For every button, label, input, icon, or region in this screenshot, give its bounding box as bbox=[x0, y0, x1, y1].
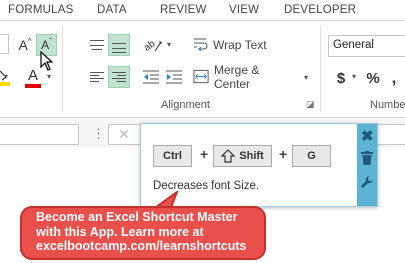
comma-icon: , bbox=[391, 68, 397, 87]
wrap-text-button[interactable]: Wrap Text bbox=[193, 34, 275, 56]
decrease-indent-icon bbox=[143, 70, 159, 84]
merge-center-icon bbox=[193, 69, 209, 84]
tab-data[interactable]: DATA bbox=[97, 4, 127, 16]
tab-formulas[interactable]: FORMULAS bbox=[8, 4, 74, 16]
plus-separator: + bbox=[279, 146, 288, 162]
svg-text:ab: ab bbox=[142, 38, 158, 54]
promo-link[interactable]: excelbootcamp.com/learnshortcuts bbox=[36, 239, 264, 254]
merge-center-label: Merge & Center bbox=[214, 63, 260, 91]
merge-center-dropdown-icon[interactable]: ▾ bbox=[304, 73, 308, 82]
group-separator bbox=[320, 26, 321, 112]
right-align-icon bbox=[112, 72, 126, 82]
shrink-caret: ˇ bbox=[49, 36, 52, 46]
grow-caret: ^ bbox=[27, 36, 32, 46]
formula-bar-dots-icon[interactable]: ⋮ bbox=[92, 126, 105, 142]
wrap-text-label: Wrap Text bbox=[213, 38, 267, 52]
key-g-label: G bbox=[307, 150, 316, 162]
close-icon[interactable]: ✖ bbox=[361, 127, 374, 145]
name-box[interactable] bbox=[0, 124, 79, 145]
grow-font-button[interactable]: A ^ bbox=[15, 34, 35, 56]
currency-dropdown-icon[interactable]: ▾ bbox=[352, 72, 356, 81]
ab-arrow-icon: ab bbox=[142, 38, 162, 54]
comma-button[interactable]: , bbox=[388, 67, 400, 89]
orientation-dropdown-icon[interactable]: ▾ bbox=[167, 40, 171, 49]
left-align-button[interactable] bbox=[86, 66, 108, 88]
decrease-indent-button[interactable] bbox=[140, 66, 162, 88]
bottom-align-button[interactable] bbox=[108, 34, 130, 56]
right-align-button[interactable] bbox=[108, 66, 130, 88]
font-color-swatch bbox=[25, 84, 41, 88]
plus-separator: + bbox=[200, 146, 209, 162]
left-align-icon bbox=[90, 72, 104, 82]
wrench-icon[interactable] bbox=[360, 175, 374, 189]
increase-indent-button[interactable] bbox=[163, 66, 185, 88]
ribbon: A ^ A ˇ A ▾ ▾ ab ▾ Wrap Text Merge & Cen… bbox=[0, 22, 405, 118]
promo-banner[interactable]: Become an Excel Shortcut Master with thi… bbox=[20, 206, 266, 260]
number-group-label: Numbe bbox=[370, 99, 405, 111]
bottom-align-icon bbox=[112, 43, 126, 53]
tab-developer[interactable]: DEVELOPER bbox=[284, 4, 356, 16]
top-align-button[interactable] bbox=[86, 34, 108, 56]
shift-arrow-icon bbox=[221, 149, 236, 163]
currency-button[interactable]: $ bbox=[333, 67, 349, 89]
alignment-group-label: Alignment bbox=[161, 99, 210, 111]
trash-icon[interactable] bbox=[361, 151, 373, 165]
number-format-select[interactable]: General bbox=[328, 35, 405, 57]
orientation-button[interactable]: ab bbox=[140, 34, 166, 56]
key-shift-label: Shift bbox=[239, 150, 264, 162]
key-ctrl: Ctrl bbox=[153, 145, 192, 167]
group-separator bbox=[62, 26, 63, 112]
top-align-icon bbox=[90, 40, 104, 50]
merge-center-button[interactable]: Merge & Center ▾ bbox=[193, 63, 308, 91]
key-shift: Shift bbox=[213, 145, 272, 167]
grow-font-icon: A bbox=[18, 37, 28, 53]
cancel-entry-icon[interactable]: ✕ bbox=[118, 126, 130, 143]
shrink-font-icon: A bbox=[41, 38, 50, 52]
promo-line: with this App. Learn more at bbox=[36, 224, 204, 239]
font-color-icon: A bbox=[27, 67, 38, 84]
tab-view[interactable]: VIEW bbox=[229, 4, 259, 16]
promo-line: Become an Excel Shortcut Master bbox=[36, 210, 238, 224]
font-color-button[interactable]: A bbox=[23, 66, 43, 90]
fill-color-dropdown-icon[interactable]: ▾ bbox=[4, 72, 8, 81]
percent-icon: % bbox=[366, 69, 380, 87]
key-g: G bbox=[292, 145, 331, 167]
wrap-text-icon bbox=[194, 38, 208, 52]
currency-icon: $ bbox=[336, 69, 346, 87]
key-ctrl-label: Ctrl bbox=[163, 150, 182, 162]
tip-action-bar: ✖ bbox=[357, 124, 377, 206]
ribbon-tab-bar: FORMULAS DATA REVIEW VIEW DEVELOPER bbox=[0, 0, 405, 21]
alignment-dialog-launcher-icon[interactable]: ◪ bbox=[306, 99, 315, 110]
increase-indent-icon bbox=[166, 70, 182, 84]
percent-button[interactable]: % bbox=[364, 67, 382, 89]
font-size-box[interactable] bbox=[0, 34, 9, 54]
font-color-dropdown-icon[interactable]: ▾ bbox=[47, 72, 51, 81]
tab-review[interactable]: REVIEW bbox=[160, 4, 207, 16]
number-format-value: General bbox=[333, 39, 374, 51]
